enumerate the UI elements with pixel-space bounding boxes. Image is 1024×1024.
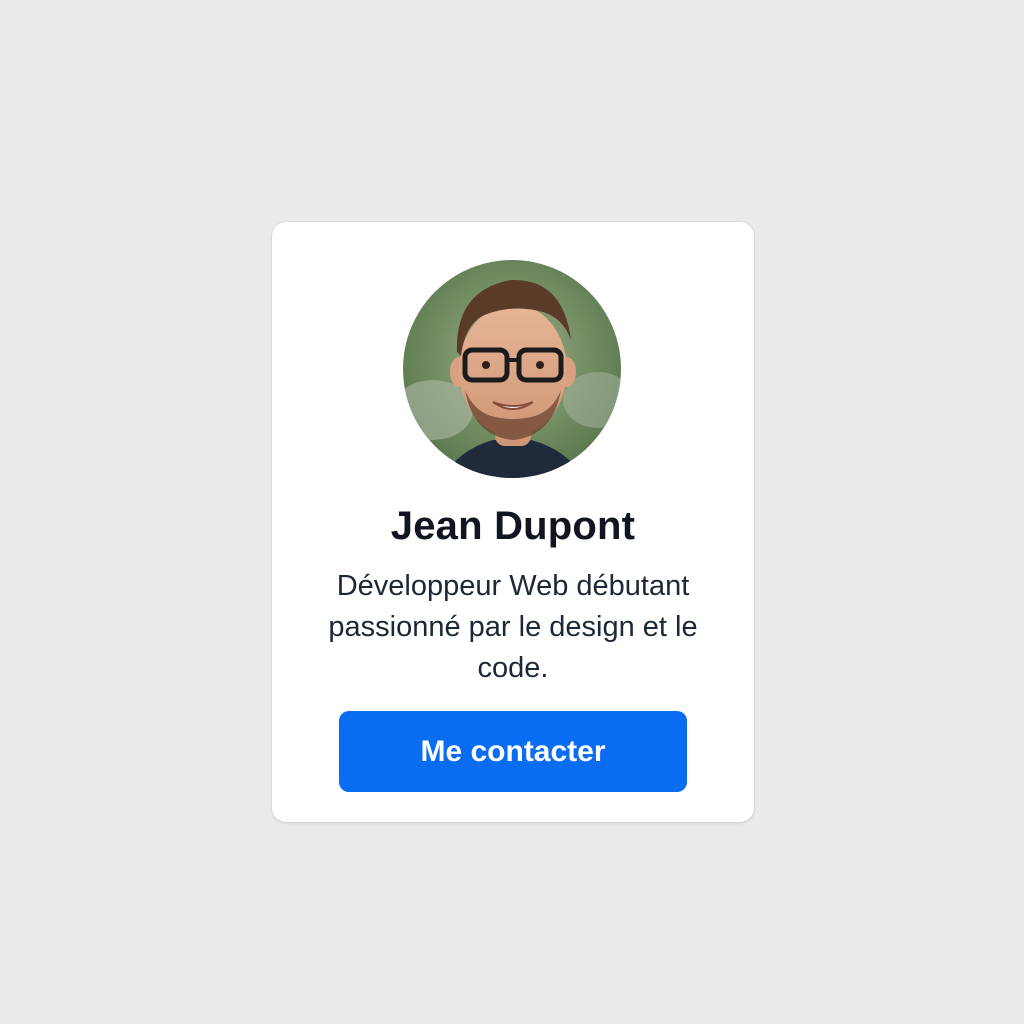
- profile-card: Jean Dupont Développeur Web débutant pas…: [272, 222, 754, 822]
- contact-button[interactable]: Me contacter: [339, 711, 687, 792]
- profile-name: Jean Dupont: [390, 504, 636, 548]
- avatar-photo: [403, 260, 621, 478]
- profile-bio: Développeur Web débutant passionné par l…: [328, 570, 698, 684]
- page: Jean Dupont Développeur Web débutant pas…: [0, 0, 1024, 1024]
- avatar: [403, 260, 621, 478]
